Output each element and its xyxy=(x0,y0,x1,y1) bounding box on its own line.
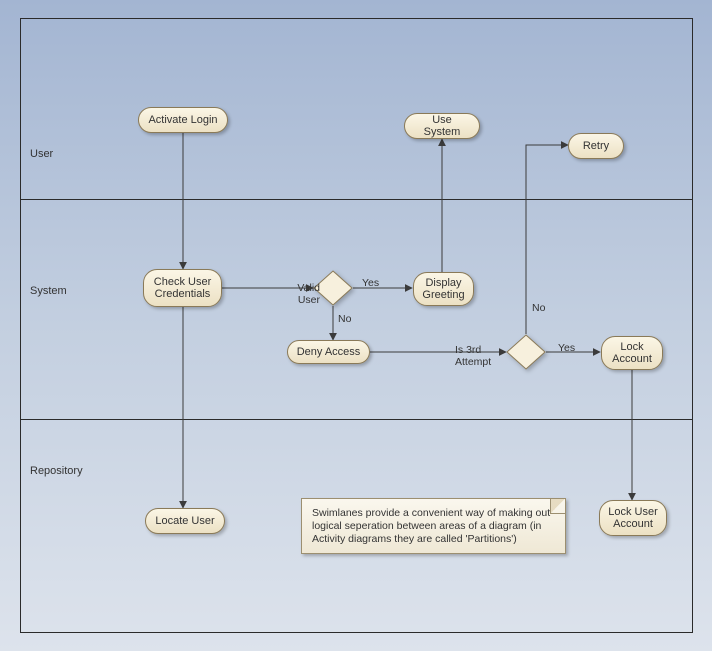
activity-label: Lock Account xyxy=(612,341,652,365)
activity-use-system[interactable]: Use System xyxy=(404,113,480,139)
activity-retry[interactable]: Retry xyxy=(568,133,624,159)
activity-label: Use System xyxy=(413,114,471,138)
lane-separator-2 xyxy=(21,419,692,420)
activity-label: Check User Credentials xyxy=(154,276,211,300)
activity-deny-access[interactable]: Deny Access xyxy=(287,340,370,364)
lane-label-user: User xyxy=(30,148,53,160)
activity-diagram-canvas: User System Repository Activate Login xyxy=(0,0,712,651)
edge-label-3rd-yes: Yes xyxy=(558,343,575,355)
activity-label: Retry xyxy=(583,140,609,152)
activity-label: Display Greeting xyxy=(422,277,464,301)
activity-locate-user[interactable]: Locate User xyxy=(145,508,225,534)
lane-label-system: System xyxy=(30,285,67,297)
activity-label: Locate User xyxy=(155,515,214,527)
decision-is-3rd-attempt[interactable] xyxy=(506,334,546,370)
activity-activate-login[interactable]: Activate Login xyxy=(138,107,228,133)
note-text: Swimlanes provide a convenient way of ma… xyxy=(312,507,550,545)
edge-label-valid-no: No xyxy=(338,314,351,326)
edge-label-3rd-no: No xyxy=(532,303,545,315)
edge-label-valid-yes: Yes xyxy=(362,278,379,290)
activity-check-credentials[interactable]: Check User Credentials xyxy=(143,269,222,307)
activity-display-greeting[interactable]: Display Greeting xyxy=(413,272,474,306)
decision-label-valid-user: Valid User xyxy=(290,283,320,306)
decision-label-3rd-attempt: Is 3rd Attempt xyxy=(455,345,491,368)
note-fold-icon xyxy=(550,499,565,514)
lane-label-repository: Repository xyxy=(30,465,83,477)
activity-label: Activate Login xyxy=(148,114,217,126)
activity-label: Deny Access xyxy=(297,346,361,358)
activity-label: Lock User Account xyxy=(608,506,658,530)
activity-lock-account[interactable]: Lock Account xyxy=(601,336,663,370)
activity-lock-user-account[interactable]: Lock User Account xyxy=(599,500,667,536)
note-comment[interactable]: Swimlanes provide a convenient way of ma… xyxy=(301,498,566,554)
lane-separator-1 xyxy=(21,199,692,200)
